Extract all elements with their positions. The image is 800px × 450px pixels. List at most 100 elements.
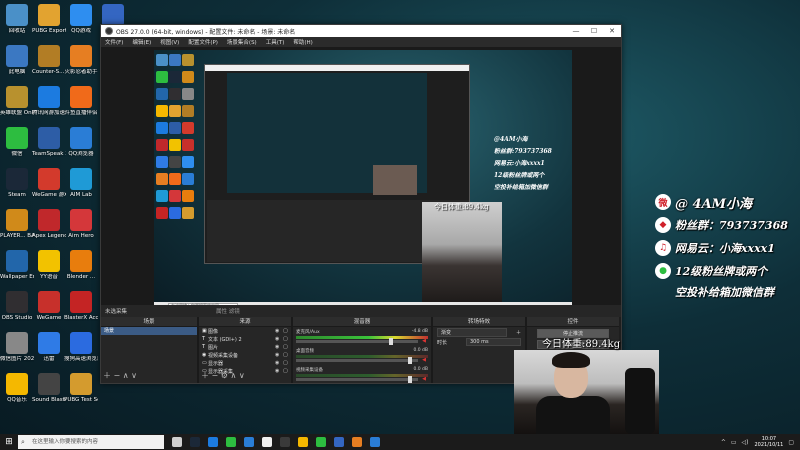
duration-input[interactable]: 300 ms	[466, 338, 521, 346]
taskbar-app[interactable]	[222, 435, 240, 449]
notifications-icon[interactable]: ▢	[788, 439, 794, 446]
desktop-icon[interactable]: Blender ...	[64, 250, 98, 280]
scene-controls[interactable]: ＋ − ∧ ∨	[103, 370, 137, 381]
fader-knob[interactable]	[408, 376, 413, 383]
lock-icon[interactable]: ▢	[283, 344, 291, 350]
desktop-icon[interactable]: 英雄联盟 Online	[0, 86, 34, 116]
desktop-icon[interactable]: 迅雷	[32, 332, 66, 362]
transition-select-row[interactable]: 渐变 ＋	[433, 327, 525, 337]
lock-icon[interactable]: ▢	[283, 360, 291, 366]
sources-dock[interactable]: 来源 ▣ 图像 ◉ ▢ T 文本 (GDI+) 2 ◉ ▢ T 图片 ◉ ▢ ◉ 视频采集设备 ◉ ▢ ▭ 显示器…	[199, 317, 293, 383]
taskbar-app[interactable]	[330, 435, 348, 449]
desktop-icon[interactable]: BlasterX Acoustic ...	[64, 291, 98, 321]
visibility-eye-icon[interactable]: ◉	[275, 336, 283, 342]
desktop-icon[interactable]: 微信图片 2021053...	[0, 332, 34, 362]
scene-list[interactable]: 场景	[101, 327, 197, 335]
mixer-track[interactable]: 桌面音频 0.0 dB ◀	[293, 346, 431, 365]
lock-icon[interactable]: ▢	[283, 328, 291, 334]
desktop-icon[interactable]: QQ音乐	[0, 373, 34, 403]
taskbar-app[interactable]	[312, 435, 330, 449]
visibility-eye-icon[interactable]: ◉	[275, 360, 283, 366]
duration-row[interactable]: 时长 300 ms	[433, 337, 525, 347]
menu-item[interactable]: 视图(V)	[160, 38, 179, 46]
menu-item[interactable]: 场景集合(S)	[227, 38, 257, 46]
preview-area[interactable]: @4AM小海 粉丝群:793737368 网易云:小海xxxx1 12级粉丝牌或两个空…	[101, 47, 621, 314]
obs-window[interactable]: OBS 27.0.0 (64-bit, windows) - 配置文件: 未命名…	[100, 24, 622, 384]
source-controls[interactable]: ＋ − ⚙ ∧ ∨	[201, 370, 245, 381]
speaker-icon[interactable]: ◀	[422, 338, 426, 344]
mixer-track[interactable]: 视频采集设备 0.0 dB ◀	[293, 365, 431, 384]
desktop-icon[interactable]: 微信	[0, 127, 34, 157]
minimize-button[interactable]: —	[567, 27, 585, 35]
menu-item[interactable]: 文件(F)	[105, 38, 123, 46]
mixer-dock[interactable]: 混音器 麦克风/Aux -4.8 dB ◀ 桌面音频 0.0 dB ◀ 视频采集设备 0.0 …	[293, 317, 433, 383]
desktop-icon[interactable]: 火影忍者助手	[64, 45, 98, 75]
taskbar-app[interactable]	[258, 435, 276, 449]
mixer-list[interactable]: 麦克风/Aux -4.8 dB ◀ 桌面音频 0.0 dB ◀ 视频采集设备 0.0 dB ◀	[293, 327, 431, 384]
desktop-icon[interactable]: WeGame 游戏平台	[32, 168, 66, 198]
transitions-dock[interactable]: 转场特效 渐变 ＋ 时长 300 ms	[433, 317, 527, 383]
desktop-icon[interactable]: YY语音	[32, 250, 66, 280]
source-item[interactable]: ▣ 图像 ◉ ▢	[199, 327, 291, 335]
desktop-icon[interactable]: 回收站	[0, 4, 34, 34]
close-button[interactable]: ✕	[603, 27, 621, 35]
menu-item[interactable]: 配置文件(P)	[188, 38, 218, 46]
lock-icon[interactable]: ▢	[283, 336, 291, 342]
menu-item[interactable]: 编辑(E)	[132, 38, 151, 46]
desktop-icon[interactable]: PUBG Export...	[32, 4, 66, 34]
desktop-icon[interactable]: 腾讯网游加速器	[32, 86, 66, 116]
desktop-icon[interactable]: OBS Studio	[0, 291, 34, 321]
desktop-icon[interactable]: WeGame	[32, 291, 66, 321]
network-icon[interactable]: ▭	[731, 439, 737, 446]
desktop-icon[interactable]: QQ游戏	[64, 4, 98, 34]
desktop-icon[interactable]: Steam	[0, 168, 34, 198]
source-toolbar-controls[interactable]: 属性 滤镜	[216, 307, 240, 315]
taskbar-app[interactable]	[168, 435, 186, 449]
volume-fader[interactable]: ◀	[296, 338, 426, 345]
desktop-icon[interactable]: AIM Lab	[64, 168, 98, 198]
desktop-icon[interactable]: 搜狗高速浏览器	[64, 332, 98, 362]
volume-fader[interactable]: ◀	[296, 376, 426, 383]
preview-canvas[interactable]: @4AM小海 粉丝群:793737368 网易云:小海xxxx1 12级粉丝牌或两个空…	[154, 50, 572, 310]
visibility-eye-icon[interactable]: ◉	[275, 344, 283, 350]
desktop-icon[interactable]: Sound Blaster ...	[32, 373, 66, 403]
volume-icon[interactable]: ◁)	[742, 439, 749, 446]
scenes-dock[interactable]: 场景 场景 ＋ − ∧ ∨	[101, 317, 199, 383]
lock-icon[interactable]: ▢	[283, 368, 291, 374]
visibility-eye-icon[interactable]: ◉	[275, 368, 283, 374]
source-list[interactable]: ▣ 图像 ◉ ▢ T 文本 (GDI+) 2 ◉ ▢ T 图片 ◉ ▢ ◉ 视频采集设备 ◉ ▢ ▭ 显示器 ◉ ▢ ▭…	[199, 327, 291, 375]
desktop-icon[interactable]: Wallpaper Engine	[0, 250, 34, 280]
menu-item[interactable]: 帮助(H)	[293, 38, 312, 46]
menu-item[interactable]: 工具(T)	[266, 38, 285, 46]
taskbar-app[interactable]	[348, 435, 366, 449]
desktop-icon[interactable]: PLAYER... BATTLEGR...	[0, 209, 34, 239]
maximize-button[interactable]: ☐	[585, 27, 603, 35]
fader-knob[interactable]	[408, 357, 413, 364]
fader-knob[interactable]	[388, 338, 393, 345]
source-item[interactable]: ▭ 显示器 ◉ ▢	[199, 359, 291, 367]
source-item[interactable]: T 文本 (GDI+) 2 ◉ ▢	[199, 335, 291, 343]
visibility-eye-icon[interactable]: ◉	[275, 328, 283, 334]
tray-chevron-icon[interactable]: ^	[721, 439, 726, 446]
desktop-icon[interactable]: Apex Legends	[32, 209, 66, 239]
source-item[interactable]: ◉ 视频采集设备 ◉ ▢	[199, 351, 291, 359]
taskbar-app[interactable]	[276, 435, 294, 449]
desktop-icon[interactable]: TeamSpeak 3	[32, 127, 66, 157]
source-item[interactable]: T 图片 ◉ ▢	[199, 343, 291, 351]
visibility-eye-icon[interactable]: ◉	[275, 352, 283, 358]
clock[interactable]: 10:07 2021/10/11	[755, 436, 784, 448]
desktop-icon[interactable]: PUBG Test Server	[64, 373, 98, 403]
taskbar-search[interactable]: ⌕ 在这里输入你要搜索的内容	[18, 435, 164, 449]
speaker-icon[interactable]: ◀	[422, 357, 426, 363]
desktop-icon[interactable]: Aim Hero	[64, 209, 98, 239]
desktop-icon[interactable]: 此电脑	[0, 45, 34, 75]
scene-item[interactable]: 场景	[101, 327, 197, 335]
speaker-icon[interactable]: ◀	[422, 376, 426, 382]
taskbar-app[interactable]	[204, 435, 222, 449]
desktop-icon[interactable]: Counter-S... Global Off...	[32, 45, 66, 75]
taskbar-app[interactable]	[186, 435, 204, 449]
mixer-track[interactable]: 麦克风/Aux -4.8 dB ◀	[293, 327, 431, 346]
transition-add-icon[interactable]: ＋	[516, 329, 521, 336]
lock-icon[interactable]: ▢	[283, 352, 291, 358]
desktop-icon[interactable]: 斗鱼直播伴侣	[64, 86, 98, 116]
